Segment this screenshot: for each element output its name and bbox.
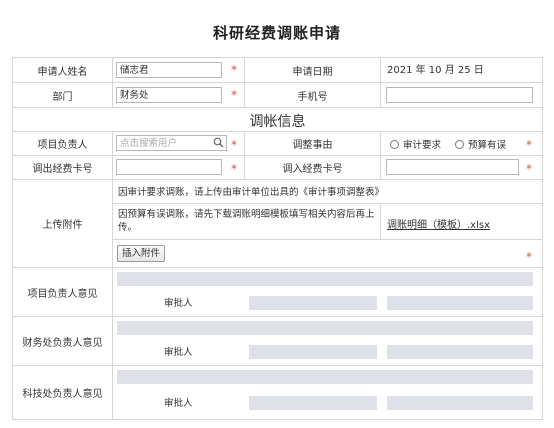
reason-option-audit[interactable]: 审计要求 bbox=[390, 137, 441, 151]
dept-label: 部门 bbox=[12, 82, 113, 108]
reason-label: 调整事由 bbox=[244, 131, 381, 156]
approval-finance-label: 财务处负责人意见 bbox=[12, 316, 113, 366]
date-label: 申请日期 bbox=[244, 57, 381, 83]
applicant-label: 申请人姓名 bbox=[12, 57, 113, 83]
approval-tech-label: 科技处负责人意见 bbox=[12, 365, 113, 420]
approver-name-field[interactable] bbox=[249, 396, 377, 410]
project-leader-label: 项目负责人 bbox=[12, 131, 113, 156]
template-download-link[interactable]: 调账明细（模板）.xlsx bbox=[387, 216, 490, 231]
approver-label: 审批人 bbox=[164, 298, 193, 309]
in-card-required-mark: * bbox=[526, 162, 532, 176]
upload-label: 上传附件 bbox=[12, 179, 113, 268]
reason-option-budget-label: 预算有误 bbox=[468, 140, 507, 151]
upload-note-audit: 因审计要求调账，请上传由审计单位出具的《审计事项调整表》 bbox=[118, 187, 385, 198]
project-leader-search-input[interactable]: 点击搜索用户 bbox=[116, 135, 227, 151]
radio-circle-icon[interactable] bbox=[390, 139, 399, 149]
approval-date-field[interactable] bbox=[387, 396, 533, 410]
reason-option-audit-label: 审计要求 bbox=[403, 140, 442, 151]
dept-input[interactable]: 财务处 bbox=[116, 87, 222, 103]
search-icon[interactable] bbox=[213, 137, 224, 148]
page-title: 科研经费调账申请 bbox=[212, 24, 341, 42]
approval-project-leader-label: 项目负责人意见 bbox=[12, 267, 113, 317]
in-card-input[interactable] bbox=[386, 159, 519, 175]
approval-date-field[interactable] bbox=[387, 345, 533, 359]
phone-input[interactable] bbox=[386, 87, 533, 103]
phone-label: 手机号 bbox=[244, 82, 381, 108]
approval-finance-comment[interactable] bbox=[117, 321, 533, 335]
approver-label: 审批人 bbox=[164, 398, 193, 409]
approver-name-field[interactable] bbox=[249, 345, 377, 359]
approval-project-leader-comment[interactable] bbox=[117, 272, 533, 286]
dept-required-mark: * bbox=[231, 88, 237, 102]
date-value: 2021 年 10 月 25 日 bbox=[387, 65, 484, 76]
approval-tech-comment[interactable] bbox=[117, 370, 533, 384]
upload-note-budget: 因预算有误调账，请先下载调账明细模板填写相关内容后再上传。 bbox=[118, 209, 375, 233]
insert-attachment-button[interactable]: 插入附件 bbox=[117, 245, 166, 262]
radio-circle-icon[interactable] bbox=[455, 139, 464, 149]
section-title: 调帐信息 bbox=[249, 114, 306, 130]
upload-required-mark: * bbox=[526, 250, 532, 264]
applicant-required-mark: * bbox=[231, 63, 237, 77]
in-card-label: 调入经费卡号 bbox=[244, 155, 381, 180]
insert-attachment-cell bbox=[112, 239, 543, 268]
approver-name-field[interactable] bbox=[249, 296, 377, 310]
applicant-input[interactable]: 储志君 bbox=[116, 62, 222, 78]
out-card-label: 调出经费卡号 bbox=[12, 155, 113, 180]
reason-option-budget[interactable]: 预算有误 bbox=[455, 137, 506, 151]
reason-required-mark: * bbox=[526, 138, 532, 152]
approval-date-field[interactable] bbox=[387, 296, 533, 310]
project-leader-required-mark: * bbox=[231, 138, 237, 152]
approver-label: 审批人 bbox=[164, 347, 193, 358]
out-card-input[interactable] bbox=[116, 159, 222, 175]
out-card-required-mark: * bbox=[231, 162, 237, 176]
